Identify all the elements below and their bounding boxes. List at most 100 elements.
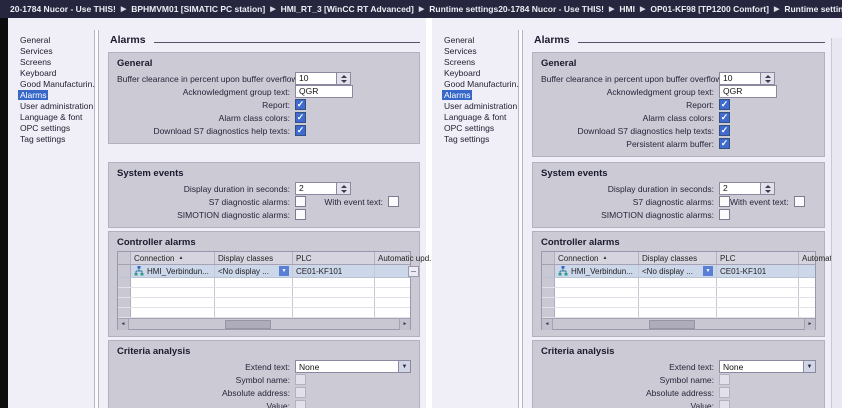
sidebar-item-alarms[interactable]: Alarms (18, 90, 94, 101)
spinner-buttons[interactable] (337, 72, 351, 85)
sidebar-item-screens[interactable]: Screens (18, 57, 94, 68)
breadcrumb-hmi-right[interactable]: HMI (619, 4, 635, 14)
sidebar-item-alarms[interactable]: Alarms (442, 90, 518, 101)
breadcrumb-arrow-icon: ▶ (270, 5, 275, 13)
value-checkbox[interactable] (719, 400, 730, 408)
display-duration-input[interactable]: 2 (719, 182, 775, 195)
scroll-right-icon[interactable]: ► (804, 319, 815, 330)
spin-down-icon[interactable] (765, 80, 771, 83)
vertical-scroll-strip[interactable] (831, 38, 842, 408)
sidebar-item-services[interactable]: Services (442, 46, 518, 57)
controller-alarms-section: Controller alarms Connection▲ Display cl… (532, 231, 825, 337)
breadcrumb-hmi-left[interactable]: HMI_RT_3 [WinCC RT Advanced] (281, 4, 414, 14)
breadcrumb-project-left[interactable]: 20-1784 Nucor - Use THIS! (10, 4, 116, 14)
horizontal-scrollbar[interactable]: ◄ ► (542, 318, 815, 329)
col-plc[interactable]: PLC (717, 252, 799, 264)
table-row[interactable]: HMI_Verbindun... <No display ...▼ CE01-K… (542, 265, 815, 278)
persistent-buffer-checkbox[interactable] (719, 138, 730, 149)
table-row-empty (542, 298, 815, 308)
download-s7-checkbox[interactable] (719, 125, 730, 136)
scrollbar-thumb[interactable] (649, 320, 695, 329)
spinner-buttons[interactable] (761, 182, 775, 195)
scroll-right-icon[interactable]: ► (399, 319, 410, 330)
sidebar-item-opc-settings[interactable]: OPC settings (442, 123, 518, 134)
sidebar-item-good-manufacturing[interactable]: Good Manufacturin... (18, 79, 94, 90)
col-display-classes[interactable]: Display classes (639, 252, 717, 264)
col-connection[interactable]: Connection (134, 254, 174, 263)
scroll-left-icon[interactable]: ◄ (118, 319, 129, 330)
report-label: Report: (117, 100, 295, 110)
sidebar-item-tag-settings[interactable]: Tag settings (442, 134, 518, 145)
ack-group-input[interactable]: QGR (295, 85, 353, 98)
sidebar-item-services[interactable]: Services (18, 46, 94, 57)
sidebar-item-general[interactable]: General (18, 35, 94, 46)
simotion-diagnostic-checkbox[interactable] (719, 209, 730, 220)
sidebar-splitter[interactable] (94, 30, 99, 408)
scrollbar-thumb[interactable] (225, 320, 271, 329)
buffer-clearance-input[interactable]: 10 (719, 72, 775, 85)
report-checkbox[interactable] (295, 99, 306, 110)
sidebar-item-keyboard[interactable]: Keyboard (18, 68, 94, 79)
sidebar-item-general[interactable]: General (442, 35, 518, 46)
ack-group-input[interactable]: QGR (719, 85, 777, 98)
extend-text-select[interactable]: None ▼ (295, 360, 411, 373)
breadcrumb-runtime-right[interactable]: Runtime settings (784, 4, 842, 14)
spin-up-icon[interactable] (765, 75, 771, 78)
display-duration-input[interactable]: 2 (295, 182, 351, 195)
spin-up-icon[interactable] (341, 185, 347, 188)
horizontal-scrollbar[interactable]: ◄ ► (118, 318, 410, 329)
col-plc[interactable]: PLC (293, 252, 375, 264)
sidebar-item-user-administration[interactable]: User administration (18, 101, 94, 112)
spin-up-icon[interactable] (765, 185, 771, 188)
col-connection[interactable]: Connection (558, 254, 598, 263)
spinner-buttons[interactable] (761, 72, 775, 85)
dropdown-icon[interactable]: ▼ (398, 361, 410, 372)
with-event-text-checkbox[interactable] (388, 196, 399, 207)
table-row[interactable]: HMI_Verbindun... <No display ...▼ CE01-K… (118, 265, 410, 278)
alarm-class-colors-checkbox[interactable] (295, 112, 306, 123)
value-checkbox[interactable] (295, 400, 306, 408)
download-s7-checkbox[interactable] (295, 125, 306, 136)
with-event-text-checkbox[interactable] (794, 196, 805, 207)
buffer-clearance-input[interactable]: 10 (295, 72, 351, 85)
breadcrumb-station-left[interactable]: BPHMVM01 [SIMATIC PC station] (131, 4, 265, 14)
symbol-name-checkbox[interactable] (295, 374, 306, 385)
s7-diagnostic-checkbox[interactable] (719, 196, 730, 207)
breadcrumb-device-right[interactable]: OP01-KF98 [TP1200 Comfort] (650, 4, 769, 14)
sidebar-item-keyboard[interactable]: Keyboard (442, 68, 518, 79)
alarm-class-colors-checkbox[interactable] (719, 112, 730, 123)
download-s7-label: Download S7 diagnostics help texts: (117, 126, 295, 136)
breadcrumb-runtime-left[interactable]: Runtime settings (429, 4, 498, 14)
display-classes-dropdown-icon[interactable]: ▼ (279, 266, 289, 276)
sidebar-item-user-administration[interactable]: User administration (442, 101, 518, 112)
with-event-text-label: With event text: (324, 197, 388, 207)
s7-diagnostic-checkbox[interactable] (295, 196, 306, 207)
sidebar-item-tag-settings[interactable]: Tag settings (18, 134, 94, 145)
absolute-address-label: Absolute address: (117, 388, 295, 398)
scroll-left-icon[interactable]: ◄ (542, 319, 553, 330)
dropdown-icon[interactable]: ▼ (803, 361, 815, 372)
spin-down-icon[interactable] (765, 190, 771, 193)
breadcrumb-project-right[interactable]: 20-1784 Nucor - Use THIS! (498, 4, 604, 14)
simotion-diagnostic-checkbox[interactable] (295, 209, 306, 220)
sidebar-item-screens[interactable]: Screens (442, 57, 518, 68)
automatic-update-checkbox[interactable] (408, 266, 419, 277)
sidebar-item-opc-settings[interactable]: OPC settings (18, 123, 94, 134)
controller-alarms-title: Controller alarms (541, 237, 816, 248)
spin-up-icon[interactable] (341, 75, 347, 78)
absolute-address-checkbox[interactable] (719, 387, 730, 398)
display-classes-dropdown-icon[interactable]: ▼ (703, 266, 713, 276)
report-checkbox[interactable] (719, 99, 730, 110)
sidebar-item-good-manufacturing[interactable]: Good Manufacturin... (442, 79, 518, 90)
absolute-address-checkbox[interactable] (295, 387, 306, 398)
extend-text-select[interactable]: None ▼ (719, 360, 816, 373)
spin-down-icon[interactable] (341, 190, 347, 193)
symbol-name-checkbox[interactable] (719, 374, 730, 385)
sidebar-item-language-font[interactable]: Language & font (18, 112, 94, 123)
spin-down-icon[interactable] (341, 80, 347, 83)
col-display-classes[interactable]: Display classes (215, 252, 293, 264)
simotion-diagnostic-label: SIMOTION diagnostic alarms: (541, 210, 719, 220)
sidebar-item-language-font[interactable]: Language & font (442, 112, 518, 123)
sidebar-splitter[interactable] (518, 30, 523, 408)
spinner-buttons[interactable] (337, 182, 351, 195)
